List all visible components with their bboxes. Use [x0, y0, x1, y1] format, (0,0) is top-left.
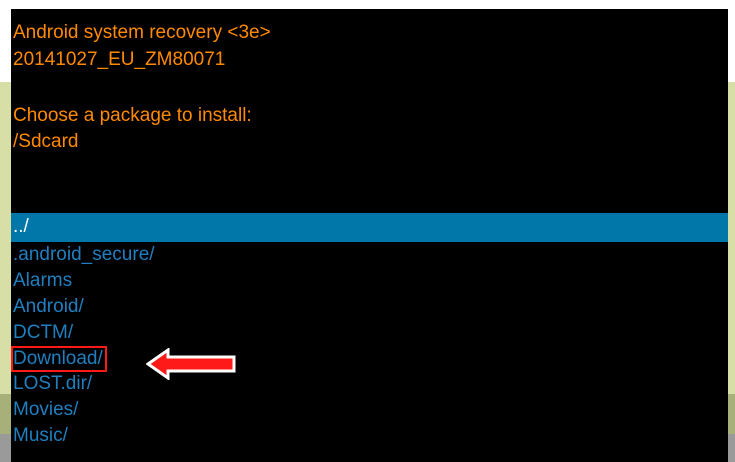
- recovery-title: Android system recovery <3e>: [13, 22, 271, 43]
- file-item-label: Android/: [13, 295, 84, 317]
- build-id: 20141027_EU_ZM80071: [13, 49, 226, 70]
- file-item-parent-dir[interactable]: ../: [11, 213, 728, 242]
- file-item-lost-dir[interactable]: LOST.dir/: [11, 371, 728, 397]
- file-item-label: Download/: [11, 345, 107, 372]
- file-item-android[interactable]: Android/: [11, 294, 728, 320]
- file-item-movies[interactable]: Movies/: [11, 397, 728, 423]
- file-item-label: DCTM/: [13, 321, 74, 343]
- file-list: ../ .android_secure/ Alarms Android/ DCT…: [11, 213, 728, 449]
- file-item-label: ../: [13, 216, 29, 237]
- recovery-screen: Android system recovery <3e> 20141027_EU…: [11, 9, 728, 462]
- file-item-music[interactable]: Music/: [11, 423, 728, 449]
- install-prompt: Choose a package to install:: [13, 105, 252, 126]
- file-item-label: Music/: [13, 425, 68, 447]
- file-item-label: Alarms: [13, 269, 73, 291]
- file-item-android-secure[interactable]: .android_secure/: [11, 242, 728, 268]
- file-item-dctm[interactable]: DCTM/: [11, 320, 728, 346]
- file-item-label: LOST.dir/: [13, 373, 93, 395]
- file-item-label: Movies/: [13, 399, 79, 421]
- file-item-alarms[interactable]: Alarms: [11, 268, 728, 294]
- left-arrow-icon: [146, 348, 236, 380]
- current-path: /Sdcard: [13, 131, 79, 152]
- file-item-label: .android_secure/: [13, 244, 155, 265]
- file-item-download[interactable]: Download/: [11, 345, 728, 372]
